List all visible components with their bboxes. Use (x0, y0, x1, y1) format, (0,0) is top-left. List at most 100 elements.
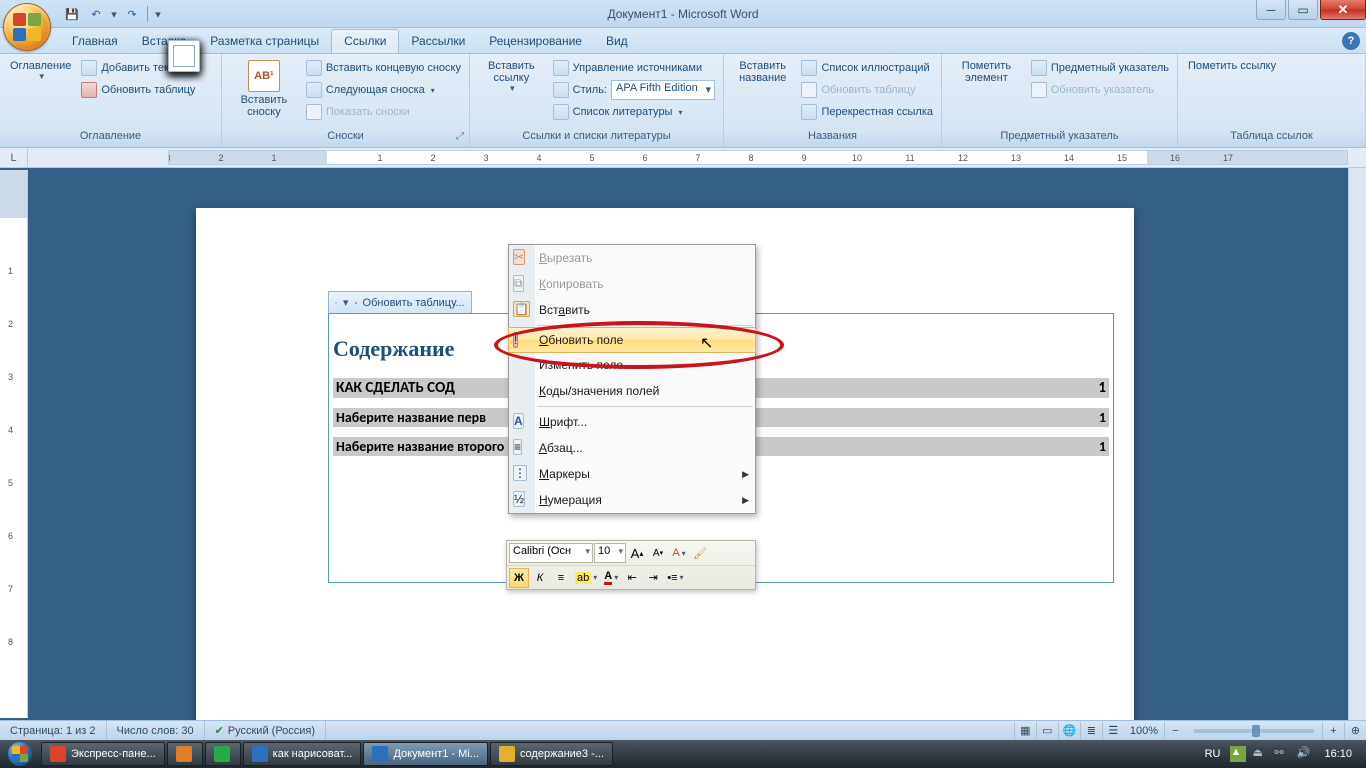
view-outline[interactable]: ≣ (1080, 722, 1102, 740)
dialog-launcher[interactable]: ⤢ (453, 131, 467, 145)
zoom-thumb[interactable] (1252, 725, 1260, 737)
tab-view[interactable]: Вид (594, 30, 640, 53)
view-draft[interactable]: ☰ (1102, 722, 1124, 740)
grow-font-button[interactable]: A▴ (627, 543, 647, 563)
taskbar-item[interactable] (167, 742, 203, 766)
tab-home[interactable]: Главная (60, 30, 130, 53)
tab-references[interactable]: Ссылки (331, 29, 399, 53)
office-button[interactable] (3, 3, 51, 51)
tray-clock[interactable]: 16:10 (1318, 748, 1358, 760)
insert-index-button[interactable]: Предметный указатель (1027, 57, 1173, 79)
update-index-button: Обновить указатель (1027, 79, 1173, 101)
group-label: Таблица ссылок (1178, 130, 1365, 147)
tray-language[interactable]: RU (1201, 748, 1225, 760)
center-button[interactable]: ≡ (551, 568, 571, 588)
format-painter-button[interactable]: 🖌 (690, 543, 710, 563)
insert-citation-button[interactable]: Вставить ссылку ▼ (474, 57, 549, 127)
status-page[interactable]: Страница: 1 из 2 (0, 721, 107, 740)
font-size-combo[interactable]: 10 (594, 543, 626, 563)
bullets-icon: ⋮ (513, 465, 527, 481)
context-menu: ✂ВВырезатьырезать ⧉Копировать 📋Вставить … (508, 244, 756, 514)
close-button[interactable]: ✕ (1320, 0, 1366, 20)
zoom-slider[interactable] (1194, 729, 1314, 733)
taskbar-item[interactable]: как нарисоват... (243, 742, 362, 766)
taskbar-item[interactable] (205, 742, 241, 766)
cross-reference-button[interactable]: Перекрестная ссылка (797, 101, 937, 123)
zoom-fit-button[interactable]: ⊕ (1344, 722, 1366, 740)
decrease-indent-button[interactable]: ⇤ (622, 568, 642, 588)
maximize-button[interactable]: ▭ (1288, 0, 1318, 20)
chevron-right-icon: ▶ (742, 495, 749, 506)
minimize-button[interactable]: ─ (1256, 0, 1286, 20)
bold-button[interactable]: Ж (509, 568, 529, 588)
mark-citation-button[interactable]: Пометить ссылку (1182, 57, 1282, 127)
view-web-layout[interactable]: 🌐 (1058, 722, 1080, 740)
font-color-button[interactable]: A▾ (601, 568, 621, 588)
vertical-scrollbar[interactable] (1348, 168, 1366, 720)
highlight-button[interactable]: ab▾ (572, 568, 600, 588)
insert-footnote-button[interactable]: Вставить сноску (226, 57, 302, 127)
dropdown-icon[interactable]: ▾ (343, 296, 349, 309)
insert-endnote-button[interactable]: Вставить концевую сноску (302, 57, 465, 79)
taskbar-item[interactable]: Документ1 - Mi... (363, 742, 487, 766)
ctx-edit-field[interactable]: Изменить поле... (509, 352, 755, 378)
view-print-layout[interactable]: ▦ (1014, 722, 1036, 740)
bibliography-icon (553, 104, 569, 120)
zoom-level[interactable]: 100% (1124, 725, 1164, 737)
office-logo-icon (13, 13, 41, 41)
tray-network-icon[interactable]: ⚯ (1274, 746, 1290, 762)
increase-indent-button[interactable]: ⇥ (643, 568, 663, 588)
update-toc-button[interactable]: Обновить таблицу (77, 79, 199, 101)
update-field-icon: ! (513, 332, 518, 348)
next-footnote-button[interactable]: Следующая сноска▾ (302, 79, 465, 101)
bibliography-button[interactable]: Список литературы▾ (549, 101, 719, 123)
paragraph-icon: ≡ (513, 439, 522, 455)
toc-handle-icon[interactable] (335, 302, 337, 304)
toc-button[interactable]: Оглавление ▼ (4, 57, 77, 127)
bullets-button[interactable]: •≡▾ (664, 568, 686, 588)
italic-button[interactable]: К (530, 568, 550, 588)
tab-mailings[interactable]: Рассылки (399, 30, 477, 53)
style-combo[interactable]: APA Fifth Edition (611, 80, 715, 100)
insert-caption-button[interactable]: Вставить название (728, 57, 797, 127)
table-of-figures-button[interactable]: Список иллюстраций (797, 57, 937, 79)
tray-volume-icon[interactable]: 🔊 (1296, 746, 1312, 762)
view-full-screen[interactable]: ▭ (1036, 722, 1058, 740)
tab-review[interactable]: Рецензирование (477, 30, 594, 53)
ctx-paragraph[interactable]: ≡Абзац... (509, 435, 755, 461)
taskbar-item[interactable]: содержание3 -... (490, 742, 613, 766)
horizontal-ruler[interactable]: 1231234567891011121314151617 (168, 150, 1348, 165)
ctx-bullets[interactable]: ⋮Маркеры▶ (509, 461, 755, 487)
numbering-icon: ½ (513, 491, 525, 507)
utorrent-icon (214, 746, 230, 762)
ctx-numbering[interactable]: ½Нумерация▶ (509, 487, 755, 513)
update-toc-link[interactable]: Обновить таблицу... (363, 297, 465, 309)
zoom-in-button[interactable]: + (1322, 722, 1344, 740)
ctx-paste[interactable]: 📋Вставить (509, 297, 755, 323)
zoom-out-button[interactable]: − (1164, 722, 1186, 740)
ctx-font[interactable]: AШрифт... (509, 409, 755, 435)
mark-entry-button[interactable]: Пометить элемент (946, 57, 1027, 127)
status-language[interactable]: ✔Русский (Россия) (205, 721, 327, 740)
system-tray: RU ▲ ⏏ ⚯ 🔊 16:10 (1193, 746, 1366, 762)
tray-flag-icon[interactable]: ▲ (1230, 746, 1246, 762)
vertical-ruler[interactable]: 12345678 (0, 170, 28, 718)
tab-selector[interactable]: L (0, 148, 28, 167)
tab-page-layout[interactable]: Разметка страницы (198, 30, 331, 53)
status-words[interactable]: Число слов: 30 (107, 721, 205, 740)
ctx-toggle-codes[interactable]: Коды/значения полей (509, 378, 755, 404)
font-family-combo[interactable]: Calibri (Осн (509, 543, 593, 563)
tray-safely-remove-icon[interactable]: ⏏ (1252, 746, 1268, 762)
manage-sources-button[interactable]: Управление источниками (549, 57, 719, 79)
help-button[interactable]: ? (1342, 32, 1360, 50)
chevron-right-icon: ▶ (742, 469, 749, 480)
document-area[interactable]: ▾ Обновить таблицу... Содержание КАК СДЕ… (28, 168, 1348, 720)
group-index: Пометить элемент Предметный указатель Об… (942, 54, 1178, 147)
citation-style[interactable]: Стиль:APA Fifth Edition (549, 79, 719, 101)
start-button[interactable] (0, 740, 40, 768)
word-icon (252, 746, 268, 762)
taskbar-item[interactable]: Экспресс-пане... (41, 742, 165, 766)
ctx-update-field[interactable]: !Обновить поле (508, 327, 756, 353)
shrink-font-button[interactable]: A▾ (648, 543, 668, 563)
styles-button[interactable]: A▾ (669, 543, 689, 563)
